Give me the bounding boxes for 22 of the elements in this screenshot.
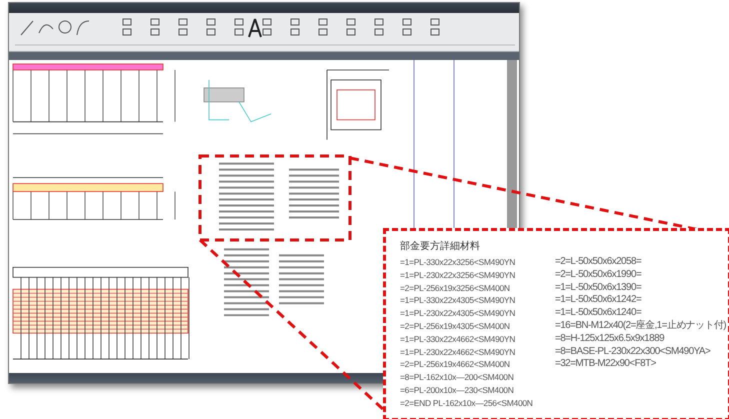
material-line: =1=L-50x50x6x1240= bbox=[554, 307, 642, 320]
material-line: =16=BN-M12x40(2=座金,1=止めナット付) bbox=[554, 320, 726, 333]
material-line: =1=PL-330x22x3256<SM490YN bbox=[400, 256, 516, 269]
material-line: =2=L-50x50x6x1990= bbox=[554, 268, 642, 282]
material-line: =6=PL-200x10x—230<SM400N bbox=[400, 384, 515, 397]
material-line: =1=PL-230x22x4305<SM490YN bbox=[400, 307, 516, 320]
material-line: =1=L-50x50x6x1390= bbox=[554, 282, 642, 294]
material-line: =1=PL-230x22x4662<SM490YN bbox=[400, 346, 516, 358]
material-line: =1=PL-230x22x3256<SM490YN bbox=[400, 268, 516, 282]
material-line: =2=PL-256x19x4305<SM400N bbox=[400, 320, 511, 333]
material-line: =2=PL-256x19x4662<SM400N bbox=[400, 358, 511, 372]
material-line: =2=END PL-162x10x—256<SM400N bbox=[400, 396, 534, 410]
material-line: =1=PL-330x22x4662<SM490YN bbox=[400, 332, 516, 346]
material-line: =8=H-125x125x6.5x9x1889 bbox=[554, 332, 666, 346]
callout-title: 部金要方詳細材料 bbox=[400, 240, 481, 253]
material-line: =2=PL-256x19x3256<SM400N bbox=[400, 282, 511, 294]
material-line: =8=PL-162x10x—200<SM400N bbox=[400, 371, 515, 384]
material-line: =2=L-50x50x6x2058= bbox=[554, 256, 642, 269]
material-line: =1=L-50x50x6x1242= bbox=[554, 294, 642, 308]
material-line: =8=BASE-PL-230x22x300<SM490YA> bbox=[554, 346, 712, 358]
material-line: =32=MTB-M22x90<F8T> bbox=[554, 358, 657, 372]
material-line: =1=PL-330x22x4305<SM490YN bbox=[400, 294, 516, 308]
